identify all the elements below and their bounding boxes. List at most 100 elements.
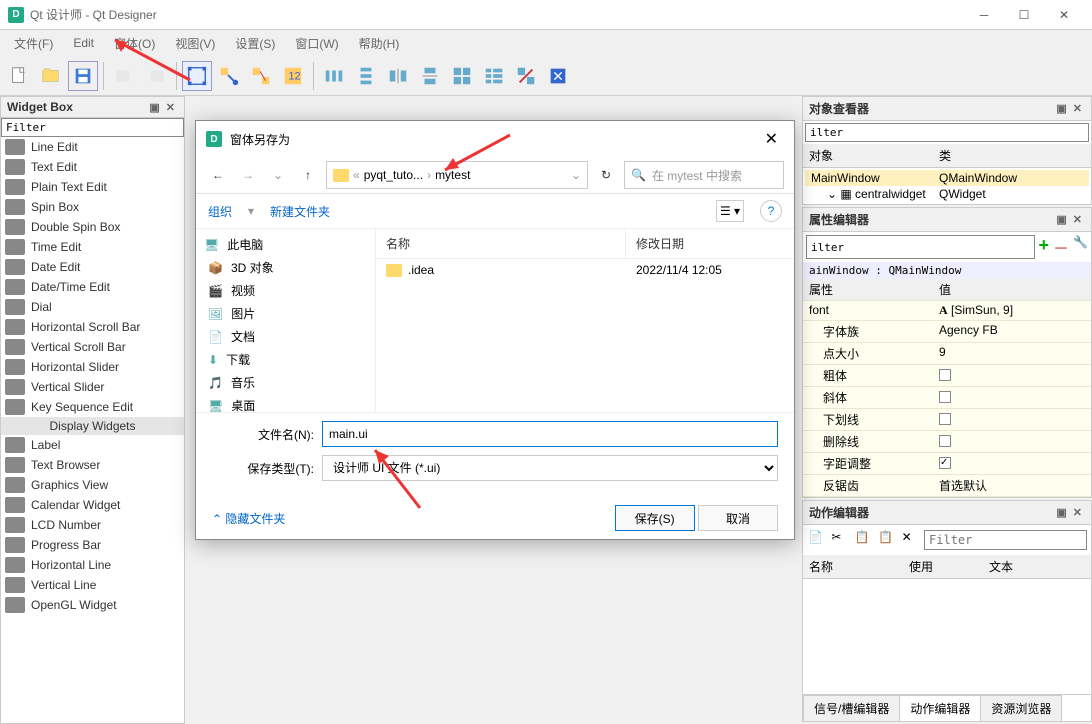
file-row[interactable]: .idea 2022/11/4 12:05 (376, 259, 794, 281)
widget-item[interactable]: Label (1, 435, 184, 455)
widget-item[interactable]: Double Spin Box (1, 217, 184, 237)
sidebar-item[interactable]: 📄文档 (196, 325, 375, 348)
layout-grid-button[interactable] (447, 61, 477, 91)
widget-item[interactable]: Text Edit (1, 157, 184, 177)
search-box[interactable]: 🔍 在 mytest 中搜索 (624, 161, 784, 189)
action-list[interactable] (803, 579, 1091, 694)
menu-form[interactable]: 窗体(O) (104, 31, 165, 56)
edit-widgets-button[interactable] (182, 61, 212, 91)
tab-action-editor[interactable]: 动作编辑器 (899, 695, 981, 721)
organize-button[interactable]: 组织 (208, 203, 232, 220)
menu-edit[interactable]: Edit (63, 32, 104, 54)
property-row[interactable]: 点大小9 (803, 343, 1091, 365)
widget-item[interactable]: Graphics View (1, 475, 184, 495)
cancel-button[interactable]: 取消 (698, 505, 778, 531)
widget-list[interactable]: Line EditText EditPlain Text EditSpin Bo… (1, 137, 184, 723)
object-row[interactable]: ⌄ ▦ centralwidgetQWidget (805, 186, 1089, 202)
close-panel-icon[interactable]: ✕ (1070, 102, 1085, 115)
property-row[interactable]: 字体族Agency FB (803, 321, 1091, 343)
close-panel-icon[interactable]: ✕ (1070, 213, 1085, 226)
nav-dropdown-button[interactable]: ⌄ (266, 163, 290, 187)
col-value[interactable]: 值 (933, 279, 1091, 300)
new-folder-button[interactable]: 新建文件夹 (270, 203, 330, 220)
undock-icon[interactable]: ▣ (1053, 506, 1069, 519)
edit-buddies-button[interactable] (246, 61, 276, 91)
widget-item[interactable]: Text Browser (1, 455, 184, 475)
col-action-name[interactable]: 名称 (803, 555, 903, 578)
paste-action-button[interactable]: 📋 (877, 529, 896, 551)
widget-item[interactable]: Horizontal Scroll Bar (1, 317, 184, 337)
property-row[interactable]: 字距调整 (803, 453, 1091, 475)
delete-action-button[interactable]: ✕ (901, 529, 920, 551)
undock-icon[interactable]: ▣ (1053, 213, 1069, 226)
tab-resource-browser[interactable]: 资源浏览器 (980, 695, 1062, 721)
layout-vsplit-button[interactable] (415, 61, 445, 91)
nav-forward-button[interactable]: → (236, 163, 260, 187)
break-layout-button[interactable] (511, 61, 541, 91)
dialog-close-button[interactable]: ✕ (759, 129, 784, 149)
cut-action-button[interactable]: ✂ (830, 529, 849, 551)
widget-item[interactable]: Key Sequence Edit (1, 397, 184, 417)
property-row[interactable]: 删除线 (803, 431, 1091, 453)
widget-item[interactable]: Date Edit (1, 257, 184, 277)
col-modified[interactable]: 修改日期 (626, 229, 694, 258)
path-segment[interactable]: mytest (435, 168, 470, 182)
prop-filter-input[interactable] (806, 235, 1035, 259)
widget-item[interactable]: Vertical Scroll Bar (1, 337, 184, 357)
filename-input[interactable] (322, 421, 778, 447)
menu-settings[interactable]: 设置(S) (225, 31, 285, 56)
minimize-button[interactable]: ─ (964, 1, 1004, 29)
layout-form-button[interactable] (479, 61, 509, 91)
new-file-button[interactable] (4, 61, 34, 91)
add-prop-icon[interactable]: + (1039, 235, 1050, 259)
save-button[interactable] (68, 61, 98, 91)
dialog-sidebar[interactable]: 🖥此电脑📦3D 对象🎬视频🖼图片📄文档⬇下载🎵音乐🖥桌面 (196, 229, 376, 412)
widget-item[interactable]: Plain Text Edit (1, 177, 184, 197)
widget-item[interactable]: Calendar Widget (1, 495, 184, 515)
col-action-used[interactable]: 使用 (903, 555, 983, 578)
widget-item[interactable]: Horizontal Line (1, 555, 184, 575)
sidebar-item[interactable]: 🖼图片 (196, 302, 375, 325)
layout-h-button[interactable] (319, 61, 349, 91)
sidebar-item[interactable]: 🖥桌面 (196, 394, 375, 412)
remove-prop-icon[interactable]: － (1053, 235, 1069, 259)
sidebar-item[interactable]: 🎵音乐 (196, 371, 375, 394)
widget-item[interactable]: Spin Box (1, 197, 184, 217)
widget-group-header[interactable]: Display Widgets (1, 417, 184, 435)
tab-signal-slot[interactable]: 信号/槽编辑器 (803, 695, 900, 721)
widget-item[interactable]: Dial (1, 297, 184, 317)
property-row[interactable]: 斜体 (803, 387, 1091, 409)
close-button[interactable]: ✕ (1044, 1, 1084, 29)
object-row[interactable]: MainWindowQMainWindow (805, 170, 1089, 186)
widget-item[interactable]: Vertical Line (1, 575, 184, 595)
close-panel-icon[interactable]: ✕ (163, 101, 178, 114)
property-row[interactable]: 粗体 (803, 365, 1091, 387)
filetype-select[interactable]: 设计师 UI 文件 (*.ui) (322, 455, 778, 481)
sidebar-item[interactable]: 🖥此电脑 (196, 233, 375, 256)
object-filter-input[interactable] (805, 123, 1089, 142)
layout-hsplit-button[interactable] (383, 61, 413, 91)
menu-help[interactable]: 帮助(H) (349, 31, 410, 56)
refresh-button[interactable]: ↻ (594, 163, 618, 187)
widget-item[interactable]: LCD Number (1, 515, 184, 535)
nav-back-button[interactable]: ← (206, 163, 230, 187)
layout-v-button[interactable] (351, 61, 381, 91)
sidebar-item[interactable]: ⬇下载 (196, 348, 375, 371)
maximize-button[interactable]: ☐ (1004, 1, 1044, 29)
redo-button[interactable] (141, 61, 171, 91)
widget-item[interactable]: Time Edit (1, 237, 184, 257)
widget-item[interactable]: Date/Time Edit (1, 277, 184, 297)
prop-menu-icon[interactable]: 🔧 (1073, 235, 1088, 259)
menu-window[interactable]: 窗口(W) (285, 31, 348, 56)
property-row[interactable]: 下划线 (803, 409, 1091, 431)
path-bar[interactable]: « pyqt_tuto... › mytest ⌄ (326, 161, 588, 189)
help-button[interactable]: ? (760, 200, 782, 222)
undock-icon[interactable]: ▣ (1053, 102, 1069, 115)
dialog-titlebar[interactable]: D 窗体另存为 ✕ (196, 121, 794, 157)
view-mode-button[interactable]: ☰ ▾ (716, 200, 744, 222)
undock-icon[interactable]: ▣ (146, 101, 162, 114)
nav-up-button[interactable]: ↑ (296, 163, 320, 187)
col-action-text[interactable]: 文本 (983, 555, 1019, 578)
copy-action-button[interactable]: 📋 (854, 529, 873, 551)
menu-file[interactable]: 文件(F) (4, 31, 63, 56)
